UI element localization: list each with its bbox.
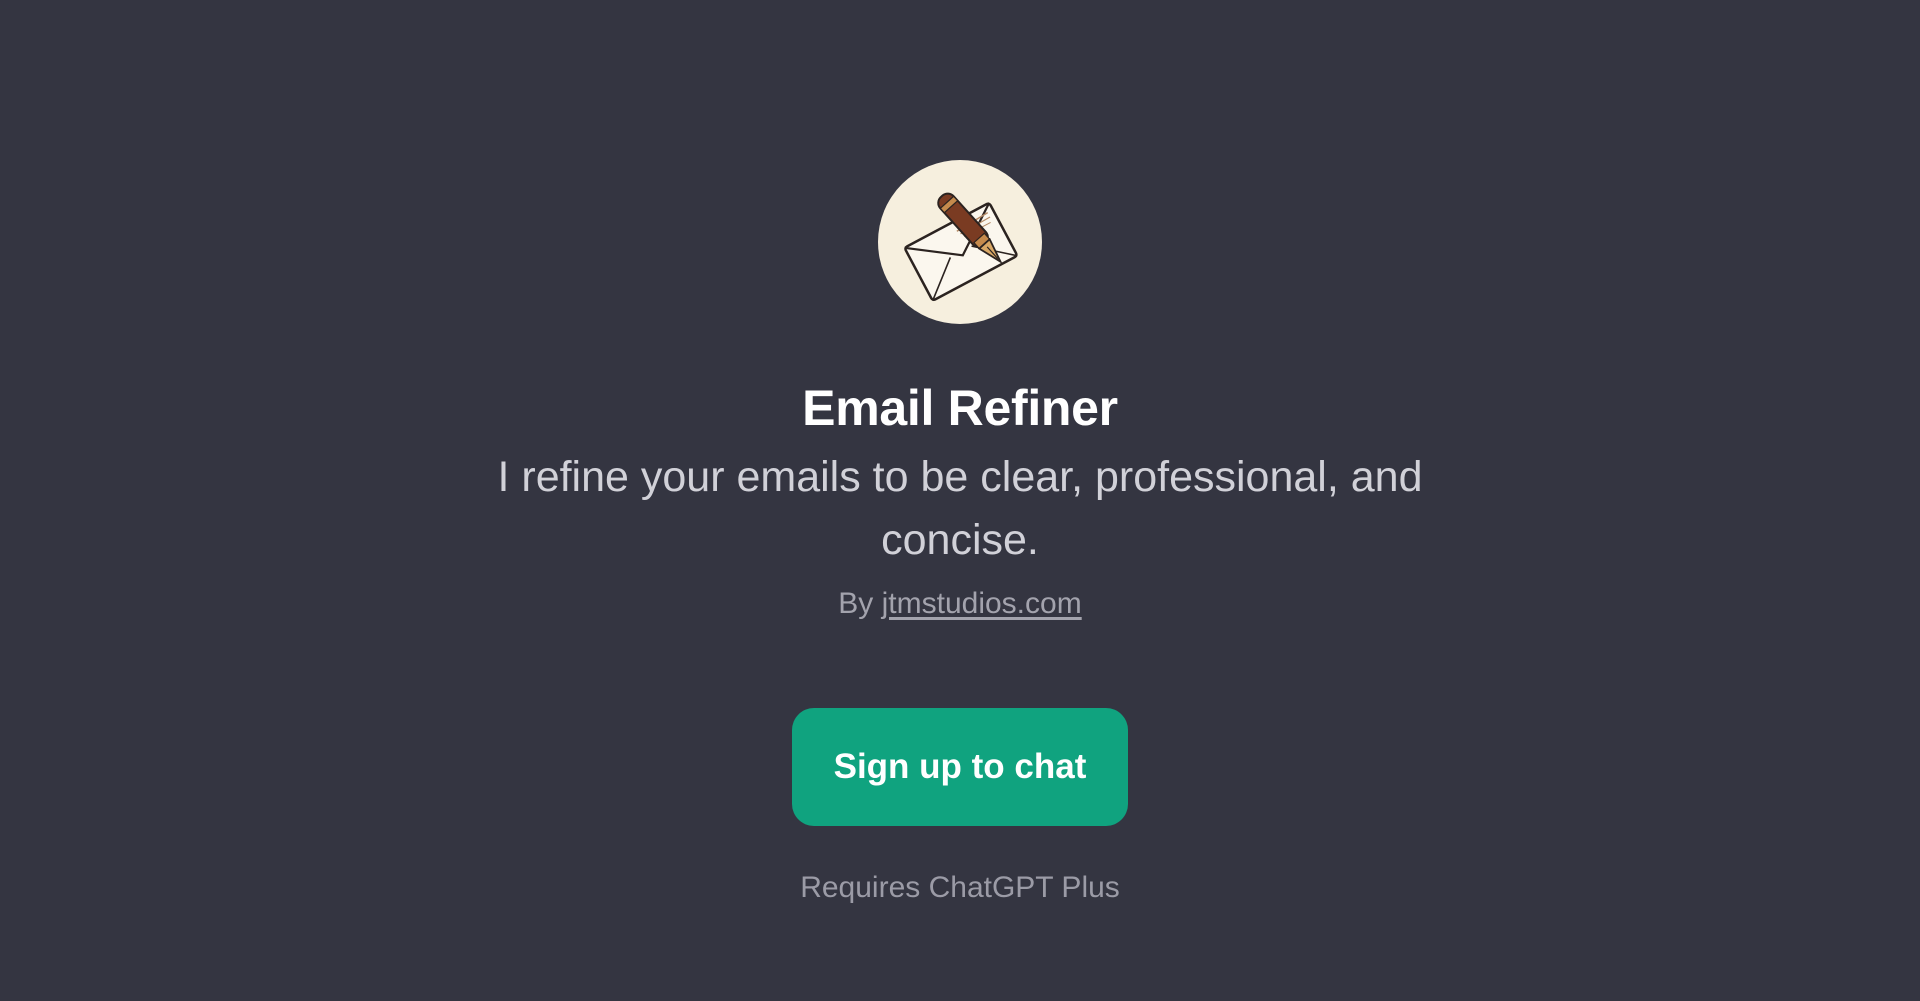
gpt-intro: Email Refiner I refine your emails to be… bbox=[0, 160, 1920, 908]
author-byline: By jtmstudios.com bbox=[838, 584, 1081, 624]
author-link[interactable]: jtmstudios.com bbox=[882, 587, 1082, 620]
sign-up-to-chat-button[interactable]: Sign up to chat bbox=[792, 708, 1128, 826]
gpt-avatar bbox=[878, 160, 1042, 324]
byline-prefix: By bbox=[838, 587, 874, 620]
envelope-fountain-pen-icon bbox=[904, 192, 1018, 302]
gpt-title: Email Refiner bbox=[802, 380, 1118, 436]
plan-requirement-note: Requires ChatGPT Plus bbox=[800, 871, 1120, 904]
gpt-description: I refine your emails to be clear, profes… bbox=[497, 453, 1423, 564]
page: Email Refiner I refine your emails to be… bbox=[0, 0, 1920, 1001]
